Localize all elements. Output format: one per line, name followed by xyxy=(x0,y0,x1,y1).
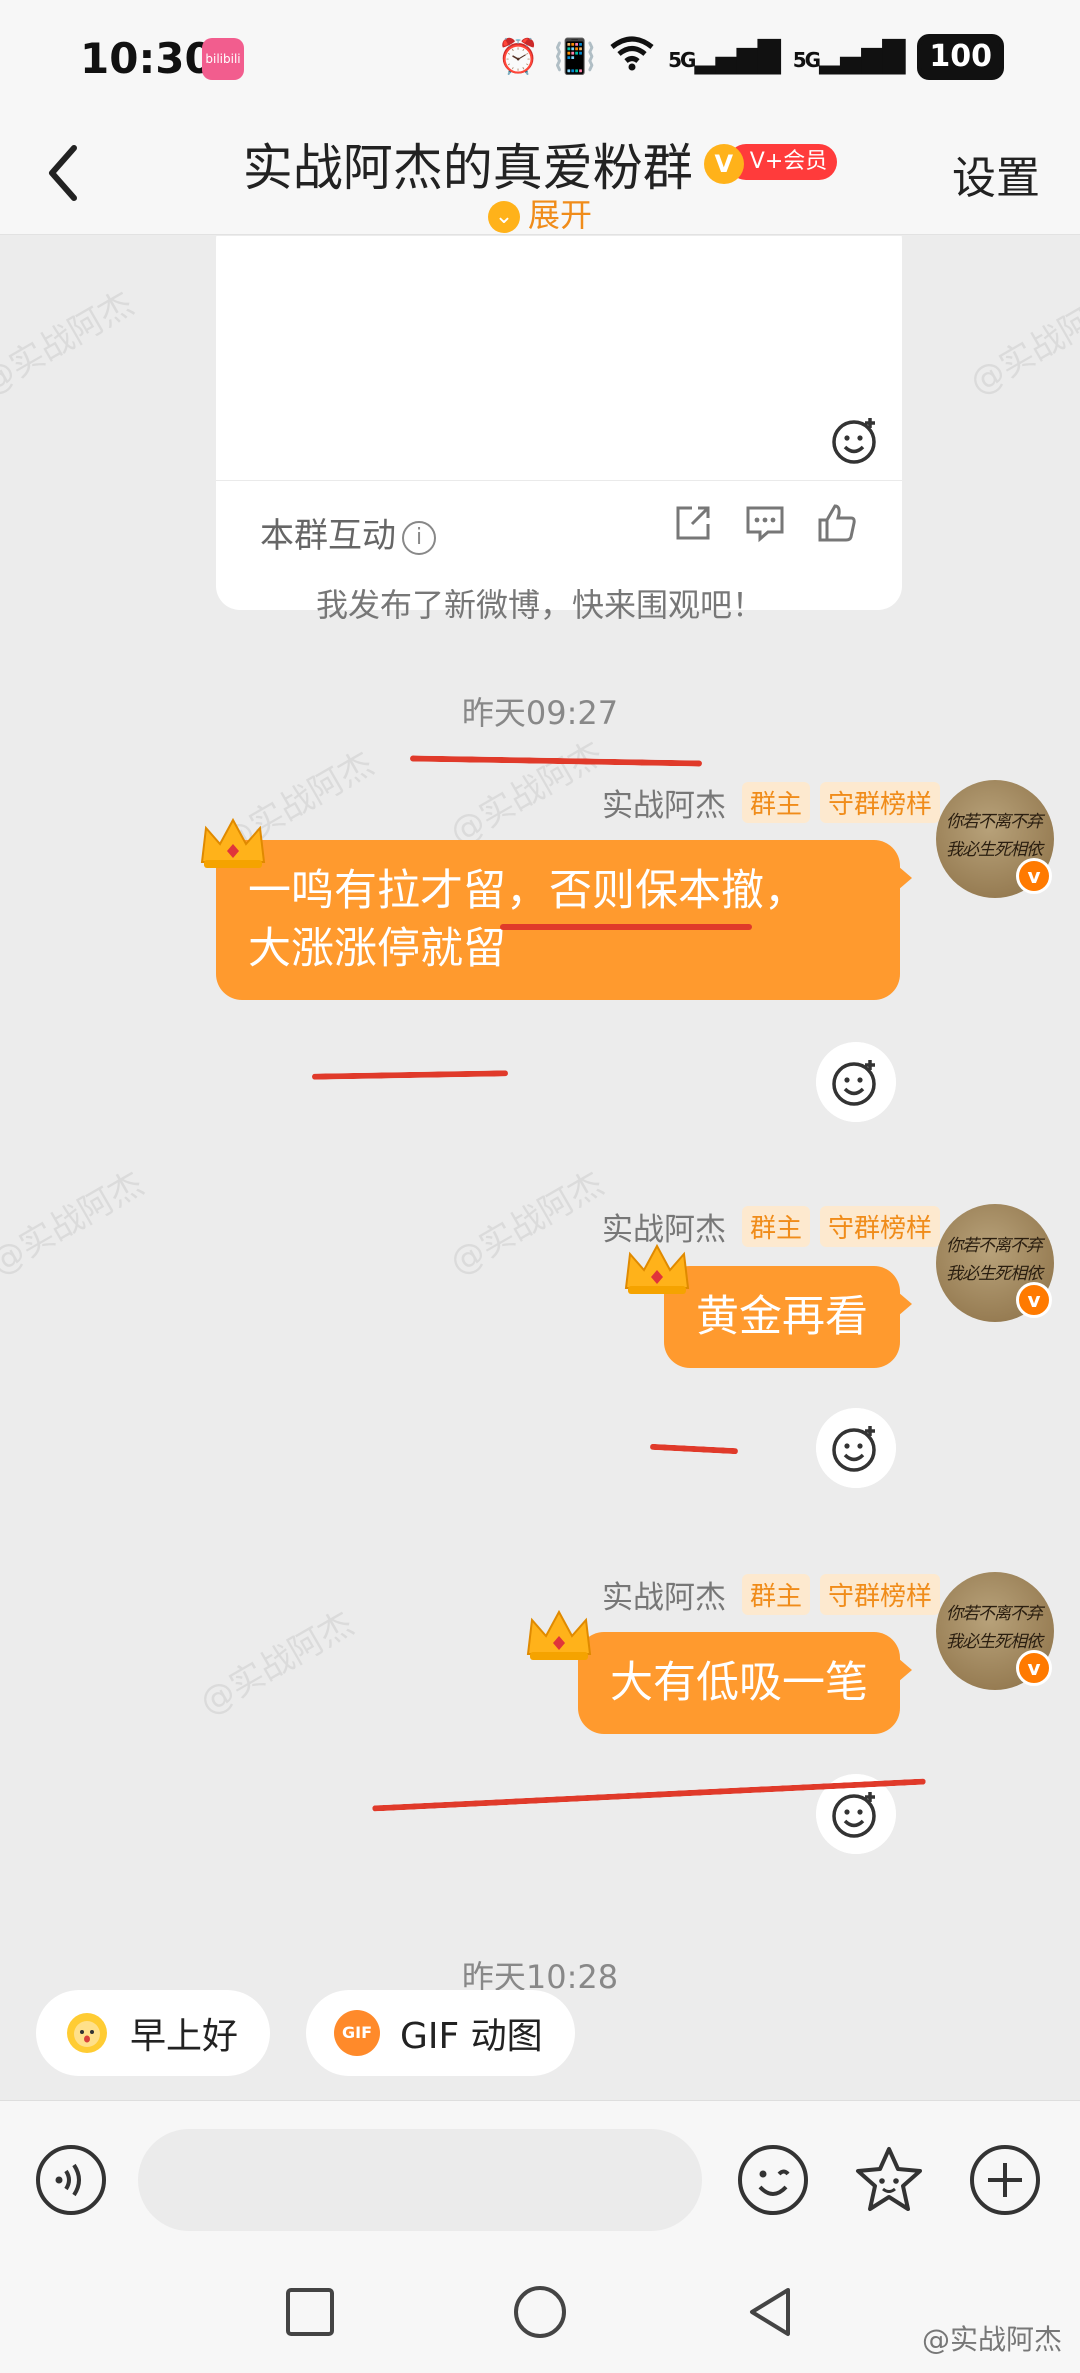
chevron-down-icon: ⌄ xyxy=(487,201,520,233)
sender-name[interactable]: 实战阿杰 xyxy=(602,1572,726,1617)
owner-tag: 群主 xyxy=(741,1206,810,1247)
footer-watermark: @实战阿杰 xyxy=(921,2323,1062,2356)
avatar-text-1: 你若不离不弃 xyxy=(946,1236,1043,1256)
watermark: @实战阿杰 xyxy=(443,733,611,854)
status-icons: ⏰ 📳 5G▂▄▆█ 5G▂▄▆█ 100 xyxy=(497,34,1004,80)
vibrate-icon: 📳 xyxy=(553,37,597,77)
owner-tag: 群主 xyxy=(741,1574,810,1615)
quick-reply-label: 早上好 xyxy=(130,2016,239,2057)
owner-tag: 群主 xyxy=(741,782,810,823)
crown-icon xyxy=(200,817,266,868)
sun-face-icon xyxy=(67,2013,107,2053)
card-actions xyxy=(672,502,858,544)
verified-badge: v xyxy=(1016,1650,1052,1686)
add-more-icon[interactable] xyxy=(968,2143,1042,2217)
add-reaction-button[interactable] xyxy=(816,400,896,480)
timestamp: 昨天09:27 xyxy=(461,694,619,732)
message-bubble[interactable]: 黄金再看 xyxy=(664,1266,912,1368)
vip-badge: V V+会员 xyxy=(703,144,838,184)
avatar[interactable]: 你若不离不弃 我必生死相依 v xyxy=(936,1204,1054,1322)
system-message: 我发布了新微博，快来围观吧！ xyxy=(315,586,764,624)
watermark: @实战阿杰 xyxy=(963,283,1080,404)
status-time: 10:30 xyxy=(80,34,214,83)
comment-icon[interactable] xyxy=(744,502,786,544)
message-bubble[interactable]: 大有低吸一笔 xyxy=(578,1632,912,1734)
quick-reply-label: GIF 动图 xyxy=(400,2016,543,2057)
sender-name[interactable]: 实战阿杰 xyxy=(602,780,726,825)
avatar[interactable]: 你若不离不弃 我必生死相依 v xyxy=(936,780,1054,898)
avatar-text-1: 你若不离不弃 xyxy=(946,1604,1043,1624)
annotation-line xyxy=(311,1070,509,1080)
watermark: @实战阿杰 xyxy=(0,1163,151,1284)
divider xyxy=(216,480,902,481)
avatar-handwriting: 你若不离不弃 我必生死相依 xyxy=(946,1600,1044,1656)
message-bubble[interactable]: 一鸣有拉才留，否则保本撤， 大涨涨停就留 xyxy=(216,840,912,1000)
annotation-line xyxy=(500,924,752,930)
cell-signal-2: 5G▂▄▆█ xyxy=(792,39,906,75)
system-navigation: @实战阿杰 xyxy=(0,2260,1080,2373)
watermark: @实战阿杰 xyxy=(443,1163,611,1284)
verified-badge: v xyxy=(1016,1282,1052,1318)
quick-reply-bar: 早上好 GIF GIF 动图 xyxy=(0,1990,1080,2100)
rank-tag: 守群榜样 xyxy=(819,1206,940,1247)
quick-reply-good-morning[interactable]: 早上好 xyxy=(36,1990,271,2076)
add-reaction-button[interactable] xyxy=(816,1408,896,1488)
avatar[interactable]: 你若不离不弃 我必生死相依 v xyxy=(936,1572,1054,1690)
network-type-1: 5G xyxy=(668,47,696,72)
chat-area[interactable]: @实战阿杰 @实战阿杰 @实战阿杰 @实战阿杰 @实战阿杰 @实战阿杰 @实战阿… xyxy=(0,236,1080,1990)
timestamp: 昨天10:28 xyxy=(461,1958,619,1990)
rank-tag: 守群榜样 xyxy=(819,1574,940,1615)
message-text: 大有低吸一笔 xyxy=(610,1658,868,1708)
bilibili-app-icon: bilibili xyxy=(202,38,244,80)
avatar-handwriting: 你若不离不弃 我必生死相依 xyxy=(946,808,1044,864)
bubble-tail xyxy=(898,1658,912,1682)
voice-input-icon[interactable] xyxy=(34,2143,108,2217)
home-button[interactable] xyxy=(510,2282,570,2342)
avatar-handwriting: 你若不离不弃 我必生死相依 xyxy=(946,1232,1044,1288)
group-interaction-label[interactable]: 本群互动 i xyxy=(260,508,436,557)
crown-icon xyxy=(624,1243,690,1294)
cell-signal-1: 5G▂▄▆█ xyxy=(668,39,781,75)
info-icon[interactable]: i xyxy=(402,520,436,555)
gif-icon: GIF xyxy=(334,2010,380,2056)
vip-v-icon: V xyxy=(703,144,744,184)
back-button[interactable] xyxy=(740,2282,800,2342)
group-title: 实战阿杰的真爱粉群 xyxy=(242,139,693,197)
vip-label: V+会员 xyxy=(727,144,838,180)
message-input[interactable] xyxy=(138,2129,702,2231)
sender-row: 实战阿杰 群主 守群榜样 xyxy=(602,780,940,825)
battery-indicator: 100 xyxy=(917,34,1004,80)
alarm-icon: ⏰ xyxy=(497,37,540,77)
settings-button[interactable]: 设置 xyxy=(952,142,1040,206)
rank-tag: 守群榜样 xyxy=(819,782,940,823)
avatar-text-1: 你若不离不弃 xyxy=(946,812,1043,832)
watermark: @实战阿杰 xyxy=(193,1603,361,1724)
annotation-line xyxy=(649,1443,739,1455)
message-text: 黄金再看 xyxy=(696,1292,868,1342)
recent-apps-button[interactable] xyxy=(280,2282,340,2342)
wifi-icon xyxy=(610,35,654,80)
bubble-tail xyxy=(898,866,912,890)
sender-row: 实战阿杰 群主 守群榜样 xyxy=(602,1572,940,1617)
verified-badge: v xyxy=(1016,858,1052,894)
input-bar xyxy=(0,2100,1080,2260)
bubble-tail xyxy=(898,1292,912,1316)
expand-button[interactable]: ⌄ 展开 xyxy=(0,190,1080,236)
group-interaction-text: 本群互动 xyxy=(260,516,396,556)
add-reaction-button[interactable] xyxy=(816,1042,896,1122)
status-bar: 10:30 bilibili ⏰ 📳 5G▂▄▆█ 5G▂▄▆█ 100 xyxy=(0,0,1080,120)
network-type-2: 5G xyxy=(792,47,821,72)
watermark: @实战阿杰 xyxy=(0,283,141,404)
quick-reply-gif[interactable]: GIF GIF 动图 xyxy=(306,1990,575,2076)
like-icon[interactable] xyxy=(816,502,858,544)
sticker-icon[interactable] xyxy=(852,2143,926,2217)
share-icon[interactable] xyxy=(672,502,714,544)
nav-bar: 实战阿杰的真爱粉群 V V+会员 ⌄ 展开 设置 xyxy=(0,120,1080,235)
shared-post-card[interactable]: 本群互动 i xyxy=(216,236,902,610)
crown-icon xyxy=(526,1609,592,1660)
message-text-line-1: 一鸣有拉才留，否则保本撤， xyxy=(248,866,807,916)
emoji-icon[interactable] xyxy=(736,2143,810,2217)
expand-label: 展开 xyxy=(527,196,592,234)
